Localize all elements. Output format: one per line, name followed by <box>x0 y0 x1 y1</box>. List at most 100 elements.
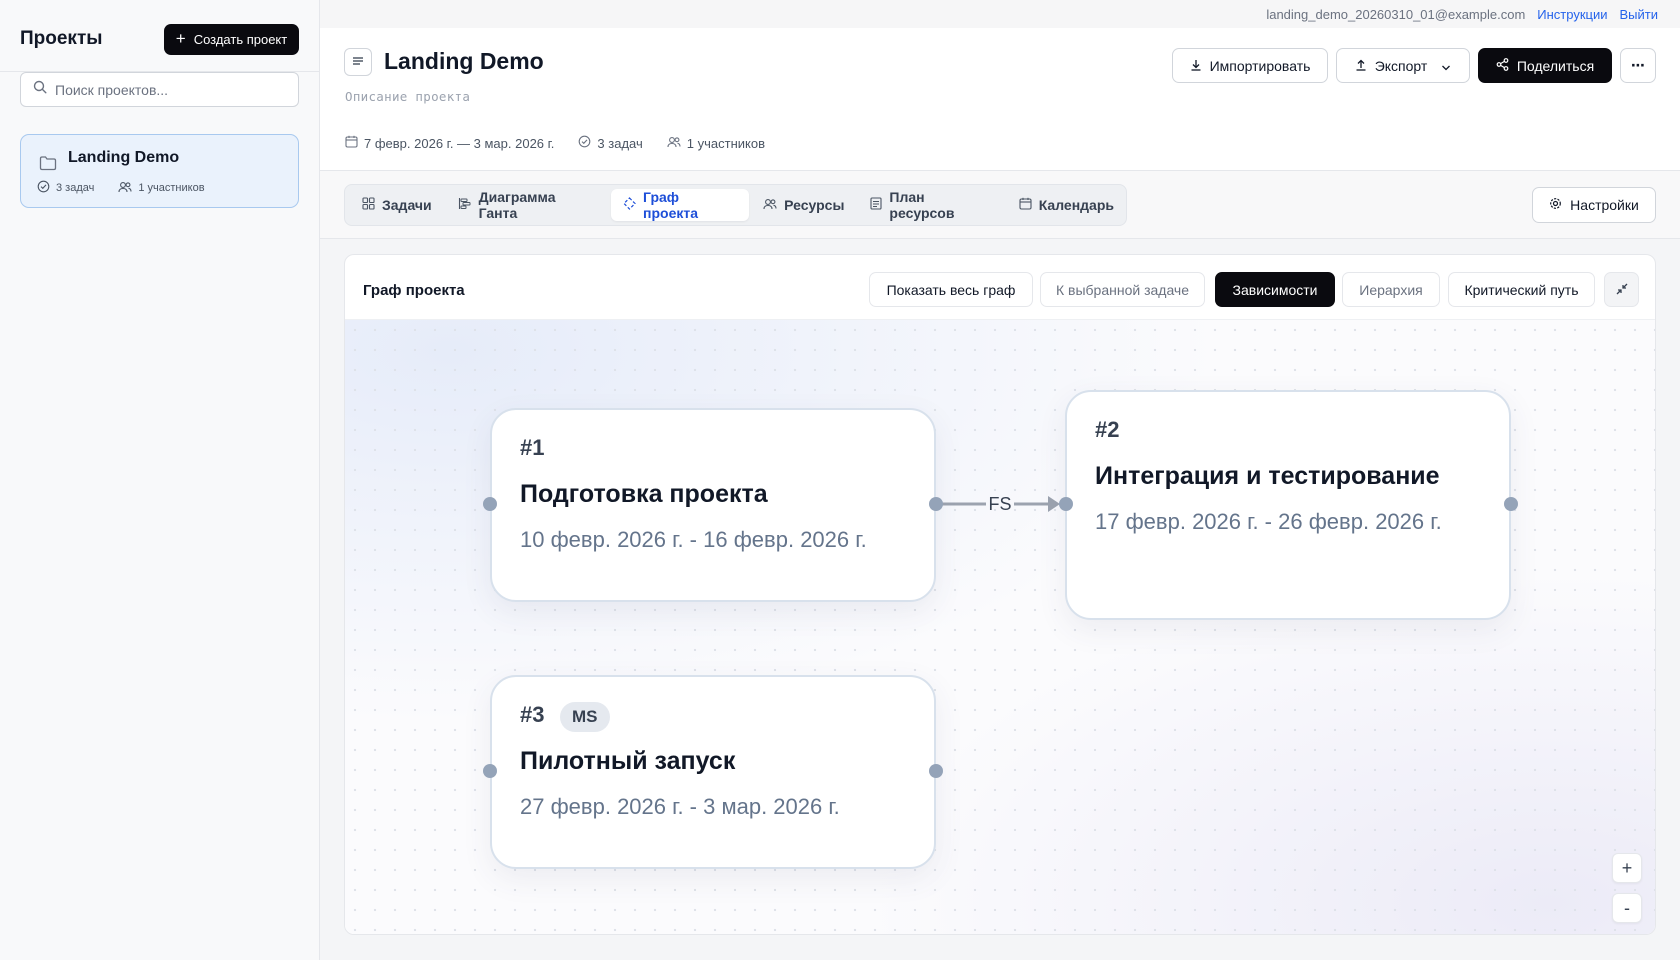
project-meta-row: 7 февр. 2026 г. — 3 мар. 2026 г. 3 задач… <box>345 135 765 151</box>
node-3-output-port[interactable] <box>929 764 943 778</box>
tab-resource-plan[interactable]: План ресурсов <box>858 189 1004 221</box>
users-icon <box>763 197 777 213</box>
tab-gantt-label: Диаграмма Ганта <box>478 189 556 221</box>
search-icon <box>33 80 47 99</box>
project-search[interactable] <box>20 72 299 107</box>
sidebar-header: Проекты + Создать проект <box>0 0 319 72</box>
tab-resource-plan-label: План ресурсов <box>889 189 955 221</box>
project-name: Landing Demo <box>68 149 180 166</box>
task-node-1[interactable]: #1 Подготовка проекта 10 февр. 2026 г. -… <box>490 408 936 602</box>
node-2-output-port[interactable] <box>1504 497 1518 511</box>
header-members-count: 1 участников <box>686 135 765 151</box>
tabs-bar: Задачи Диаграмма Ганта Граф проекта Ресу… <box>320 171 1680 239</box>
node-1-output-port[interactable] <box>929 497 943 511</box>
top-bar: landing_demo_20260310_01@example.com Инс… <box>320 0 1680 28</box>
check-circle-icon <box>578 135 591 151</box>
task-number: #1 <box>520 435 545 460</box>
export-button[interactable]: Экспорт <box>1336 48 1470 83</box>
task-node-2[interactable]: #2 Интеграция и тестирование 17 февр. 20… <box>1065 390 1511 620</box>
share-label: Поделиться <box>1516 57 1595 74</box>
upload-icon <box>1355 58 1367 74</box>
calendar-icon <box>345 135 358 151</box>
import-button[interactable]: Импортировать <box>1172 48 1328 83</box>
task-node-3[interactable]: #3 MS Пилотный запуск 27 февр. 2026 г. -… <box>490 675 936 869</box>
tab-project-graph-label: Граф проекта <box>643 189 699 221</box>
task-title: Пилотный запуск <box>520 747 736 775</box>
task-number: #3 <box>520 702 545 727</box>
graph-panel: Граф проекта Показать весь граф К выбран… <box>344 254 1656 935</box>
tab-resources[interactable]: Ресурсы <box>751 189 856 221</box>
users-icon <box>667 136 681 151</box>
task-dates: 17 февр. 2026 г. - 26 февр. 2026 г. <box>1095 509 1442 534</box>
create-project-label: Создать проект <box>193 32 288 47</box>
tab-calendar[interactable]: Календарь <box>1007 189 1126 221</box>
toggle-sidebar-button[interactable] <box>344 48 372 76</box>
tab-gantt[interactable]: Диаграмма Ганта <box>446 189 609 221</box>
node-1-input-port[interactable] <box>483 497 497 511</box>
download-icon <box>1190 58 1202 74</box>
import-label: Импортировать <box>1209 57 1311 74</box>
user-email: landing_demo_20260310_01@example.com <box>1266 6 1526 22</box>
milestone-badge: MS <box>560 702 610 732</box>
project-description-field[interactable]: Описание проекта <box>345 89 470 104</box>
more-options-button[interactable]: ⋯ <box>1620 48 1656 83</box>
graph-canvas[interactable]: FS #1 Подготовка проекта 10 февр. 2026 г… <box>345 320 1655 934</box>
create-project-button[interactable]: + Создать проект <box>164 24 299 55</box>
minimize-icon <box>1616 282 1628 298</box>
tab-tasks[interactable]: Задачи <box>350 189 444 221</box>
task-title: Подготовка проекта <box>520 480 768 508</box>
sidebar: Проекты + Создать проект Landing Demo 3 … <box>0 0 320 960</box>
gear-icon <box>1549 197 1562 213</box>
settings-button[interactable]: Настройки <box>1532 187 1656 223</box>
chevron-down-icon <box>1441 58 1451 74</box>
logout-link[interactable]: Выйти <box>1620 7 1659 22</box>
graph-title: Граф проекта <box>363 282 465 299</box>
plan-icon <box>870 197 882 213</box>
collapse-view-button[interactable] <box>1604 272 1639 307</box>
graph-toolbar: Граф проекта Показать весь граф К выбран… <box>345 255 1655 320</box>
project-item-landing-demo[interactable]: Landing Demo 3 задач 1 участников <box>20 134 299 208</box>
tab-calendar-label: Календарь <box>1038 197 1114 213</box>
more-icon: ⋯ <box>1631 57 1645 73</box>
gantt-icon <box>458 197 472 213</box>
task-dates: 10 февр. 2026 г. - 16 февр. 2026 г. <box>520 527 867 552</box>
page-title: Landing Demo <box>384 48 544 74</box>
edge-label: FS <box>988 494 1011 514</box>
project-meta: 3 задач 1 участников <box>37 180 205 196</box>
search-input[interactable] <box>55 81 285 98</box>
calendar-icon <box>1019 197 1032 213</box>
sidebar-title: Проекты <box>20 28 103 49</box>
critical-path-button[interactable]: Критический путь <box>1448 272 1595 307</box>
menu-icon <box>352 53 364 71</box>
task-title: Интеграция и тестирование <box>1095 462 1440 490</box>
project-tasks-count: 3 задач <box>56 182 95 194</box>
share-icon <box>1496 57 1509 74</box>
view-tabs: Задачи Диаграмма Ганта Граф проекта Ресу… <box>344 184 1127 226</box>
zoom-out-button[interactable]: - <box>1612 893 1642 923</box>
share-button[interactable]: Поделиться <box>1478 48 1612 83</box>
tab-project-graph[interactable]: Граф проекта <box>611 189 750 221</box>
export-label: Экспорт <box>1374 57 1428 74</box>
tab-tasks-label: Задачи <box>382 197 432 213</box>
instructions-link[interactable]: Инструкции <box>1537 7 1607 22</box>
dependencies-mode-button[interactable]: Зависимости <box>1215 272 1335 307</box>
node-3-input-port[interactable] <box>483 764 497 778</box>
header-tasks-count: 3 задач <box>597 135 643 151</box>
task-number: #2 <box>1095 417 1120 442</box>
grid-icon <box>362 197 375 213</box>
settings-label: Настройки <box>1570 197 1639 213</box>
hierarchy-mode-button[interactable]: Иерархия <box>1342 272 1440 307</box>
tab-resources-label: Ресурсы <box>784 197 845 213</box>
node-2-input-port[interactable] <box>1059 497 1073 511</box>
plus-icon: + <box>175 29 186 48</box>
show-all-graph-button[interactable]: Показать весь граф <box>869 272 1033 307</box>
project-header: Landing Demo Описание проекта 7 февр. 20… <box>320 28 1680 171</box>
task-dates: 27 февр. 2026 г. - 3 мар. 2026 г. <box>520 794 840 819</box>
project-date-range: 7 февр. 2026 г. — 3 мар. 2026 г. <box>364 135 555 151</box>
users-icon <box>118 181 132 196</box>
graph-icon <box>623 197 636 213</box>
go-to-selected-task-button[interactable]: К выбранной задаче <box>1040 272 1205 307</box>
folder-icon <box>39 155 57 176</box>
project-members-count: 1 участников <box>138 182 205 194</box>
zoom-in-button[interactable]: + <box>1612 853 1642 883</box>
